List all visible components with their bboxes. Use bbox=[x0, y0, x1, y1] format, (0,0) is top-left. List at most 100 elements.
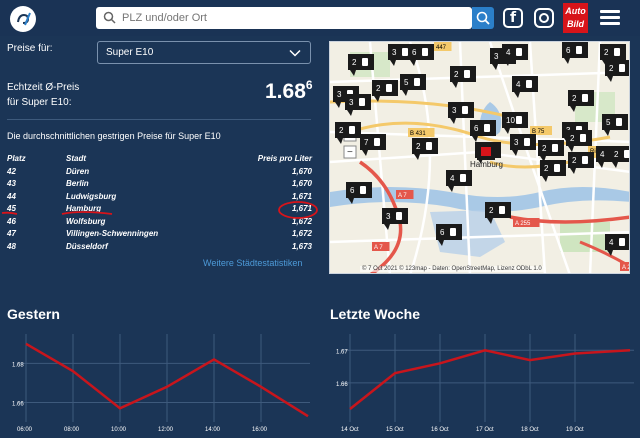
selected-station-marker bbox=[477, 144, 495, 160]
fuel-pump-icon bbox=[414, 78, 420, 86]
zoom-out-label: − bbox=[347, 147, 353, 158]
fuel-pump-icon bbox=[386, 84, 392, 92]
fuel-station-marker[interactable]: 6 bbox=[562, 42, 588, 64]
fuel-station-marker[interactable]: 2 bbox=[372, 80, 398, 102]
fuel-pump-icon bbox=[481, 147, 491, 156]
annotation-underline bbox=[61, 211, 113, 215]
elbe-river bbox=[330, 187, 629, 212]
x-tick-label: 14:00 bbox=[205, 427, 221, 433]
fuel-station-marker[interactable]: 2 bbox=[568, 152, 594, 174]
fuel-pump-icon bbox=[460, 174, 466, 182]
marker-count: 2 bbox=[572, 94, 577, 103]
fuel-station-marker[interactable]: 7 bbox=[360, 134, 386, 156]
marker-count: 3 bbox=[494, 52, 499, 61]
fuel-pump-icon bbox=[582, 94, 588, 102]
fuel-station-marker[interactable]: 3 bbox=[345, 94, 371, 116]
x-tick-label: 08:00 bbox=[64, 427, 80, 433]
marker-tip bbox=[604, 130, 610, 136]
fuel-station-marker[interactable]: 5 bbox=[602, 114, 628, 136]
fuel-pump-icon bbox=[462, 106, 468, 114]
fuel-pump-icon bbox=[396, 212, 402, 220]
fuel-pump-icon bbox=[524, 138, 530, 146]
y-tick-label: 1.67 bbox=[336, 349, 348, 355]
x-tick-label: 14 Oct bbox=[341, 427, 359, 433]
marker-tip bbox=[568, 146, 574, 152]
marker-count: 3 bbox=[349, 98, 354, 107]
marker-count: 6 bbox=[412, 48, 417, 57]
annotation-circle bbox=[278, 201, 318, 219]
marker-count: 4 bbox=[450, 174, 455, 183]
x-tick-label: 12:00 bbox=[158, 427, 174, 433]
map-city-label: Hamburg bbox=[470, 160, 503, 169]
road-shield-label: A 255 bbox=[515, 221, 531, 227]
marker-count: 2 bbox=[572, 156, 577, 165]
chart-title-gestern: Gestern bbox=[7, 306, 60, 322]
fuel-station-marker[interactable]: 2 bbox=[538, 140, 564, 162]
marker-count: 3 bbox=[386, 212, 391, 221]
x-tick-label: 19 Oct bbox=[566, 427, 584, 433]
marker-tip bbox=[514, 92, 520, 98]
fuel-pump-icon bbox=[359, 98, 365, 106]
fuel-station-marker[interactable]: 3 bbox=[510, 134, 536, 156]
marker-count: 2 bbox=[570, 134, 575, 143]
marker-count: 10 bbox=[506, 116, 515, 125]
road-shield-label: 447 bbox=[436, 45, 447, 51]
fuel-pump-icon bbox=[619, 64, 625, 72]
fuel-pump-icon bbox=[450, 228, 456, 236]
marker-count: 2 bbox=[352, 58, 357, 67]
marker-count: 5 bbox=[606, 118, 611, 127]
marker-tip bbox=[335, 102, 341, 108]
fuel-pump-icon bbox=[516, 48, 522, 56]
x-tick-label: 15 Oct bbox=[386, 427, 404, 433]
fuel-pump-icon bbox=[576, 46, 582, 54]
marker-count: 6 bbox=[350, 186, 355, 195]
x-tick-label: 10:00 bbox=[111, 427, 127, 433]
fuel-station-marker[interactable]: 2 bbox=[610, 146, 630, 168]
fuel-pump-icon bbox=[552, 144, 558, 152]
chart-gestern: 06:00 08:00 10:00 12:00 14:00 16:00 1.68 1.66 bbox=[12, 334, 310, 433]
marker-tip bbox=[450, 118, 456, 124]
marker-count: 2 bbox=[454, 70, 459, 79]
fuel-pump-icon bbox=[360, 186, 366, 194]
marker-count: 2 bbox=[542, 144, 547, 153]
fuel-station-marker[interactable]: 6 bbox=[408, 44, 434, 66]
x-tick-label: 06:00 bbox=[17, 427, 33, 433]
marker-tip bbox=[347, 110, 353, 116]
fuel-station-marker[interactable]: 2 bbox=[485, 202, 511, 224]
chart-title-letzte-woche: Letzte Woche bbox=[330, 306, 420, 322]
fuel-station-marker[interactable]: 3 bbox=[382, 208, 408, 230]
fuel-station-marker[interactable]: 4 bbox=[446, 170, 472, 192]
marker-count: 4 bbox=[506, 48, 511, 57]
marker-count: 6 bbox=[566, 46, 571, 55]
station-map[interactable]: B 431A 7A 7A 255A 25B 75Ring 2447Hamburg… bbox=[329, 41, 630, 274]
marker-count: 2 bbox=[544, 164, 549, 173]
fuel-pump-icon bbox=[464, 70, 470, 78]
fuel-pump-icon bbox=[516, 116, 522, 124]
fuel-station-marker[interactable]: 10 bbox=[502, 112, 528, 134]
marker-count: 2 bbox=[604, 48, 609, 57]
marker-count: 2 bbox=[376, 84, 381, 93]
fuel-pump-icon bbox=[362, 58, 368, 66]
marker-count: 2 bbox=[614, 150, 619, 159]
fuel-station-marker[interactable]: 4 bbox=[605, 234, 630, 256]
marker-count: 4 bbox=[516, 80, 521, 89]
marker-count: 3 bbox=[452, 106, 457, 115]
marker-count: 3 bbox=[514, 138, 519, 147]
fuel-pump-icon bbox=[349, 126, 355, 134]
x-tick-label: 16 Oct bbox=[431, 427, 449, 433]
marker-tip bbox=[362, 150, 368, 156]
fuel-station-marker[interactable]: 5 bbox=[400, 74, 426, 96]
y-tick-label: 1.66 bbox=[336, 382, 348, 388]
fuel-station-marker[interactable]: 2 bbox=[605, 60, 630, 82]
marker-tip bbox=[612, 162, 618, 168]
road-shield-label: A 25 bbox=[622, 265, 630, 271]
y-tick-label: 1.68 bbox=[12, 362, 24, 368]
fuel-pump-icon bbox=[402, 48, 408, 56]
marker-tip bbox=[542, 176, 548, 182]
fuel-pump-icon bbox=[499, 206, 505, 214]
marker-tip bbox=[472, 136, 478, 142]
marker-count: 2 bbox=[416, 142, 421, 151]
x-tick-label: 18 Oct bbox=[521, 427, 539, 433]
marker-count: 7 bbox=[364, 138, 369, 147]
fuel-station-marker[interactable]: 2 bbox=[540, 160, 566, 182]
